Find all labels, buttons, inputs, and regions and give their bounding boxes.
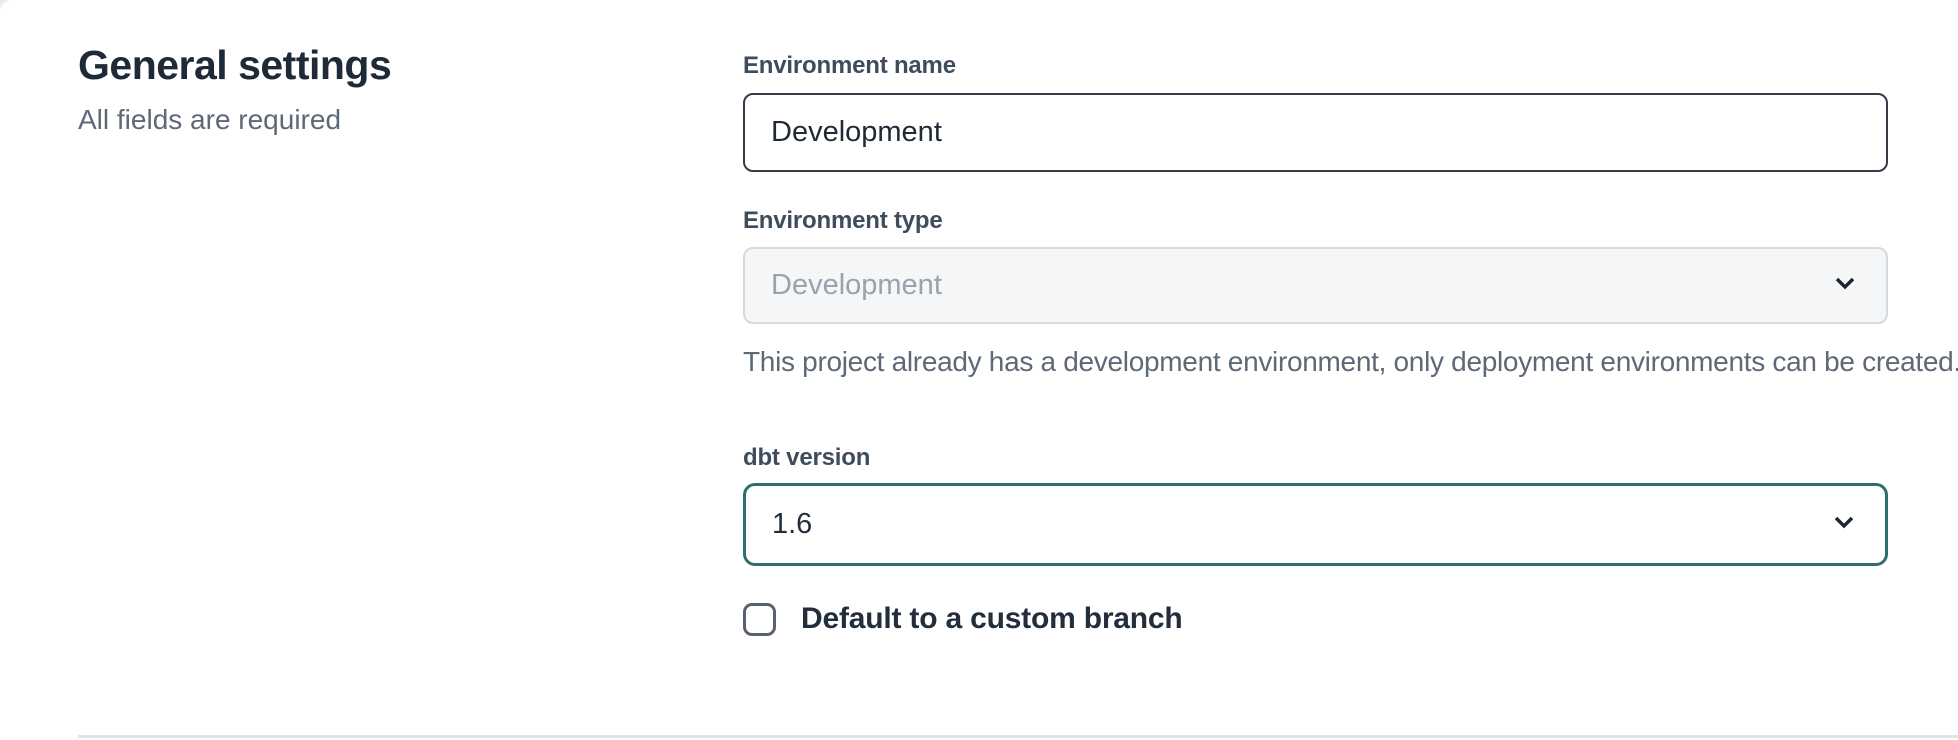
custom-branch-checkbox-row[interactable]: Default to a custom branch	[743, 602, 1183, 636]
chevron-down-icon	[1830, 268, 1860, 303]
environment-type-label: Environment type	[743, 207, 943, 235]
environment-type-helper-text: This project already has a development e…	[743, 339, 1958, 385]
dbt-version-label: dbt version	[743, 444, 870, 472]
custom-branch-checkbox[interactable]	[743, 603, 776, 636]
section-subtitle: All fields are required	[78, 104, 341, 136]
custom-branch-checkbox-label: Default to a custom branch	[801, 602, 1183, 636]
page-title: General settings	[78, 42, 391, 89]
settings-card: General settings All fields are required…	[0, 0, 1958, 740]
dbt-version-value: 1.6	[772, 508, 1813, 541]
environment-name-input[interactable]	[743, 93, 1888, 172]
dbt-version-select[interactable]: 1.6	[743, 483, 1888, 566]
environment-name-label: Environment name	[743, 52, 956, 80]
chevron-down-icon	[1829, 507, 1859, 542]
section-divider	[78, 735, 1958, 738]
environment-type-value: Development	[771, 269, 1814, 302]
environment-type-select[interactable]: Development	[743, 247, 1888, 324]
